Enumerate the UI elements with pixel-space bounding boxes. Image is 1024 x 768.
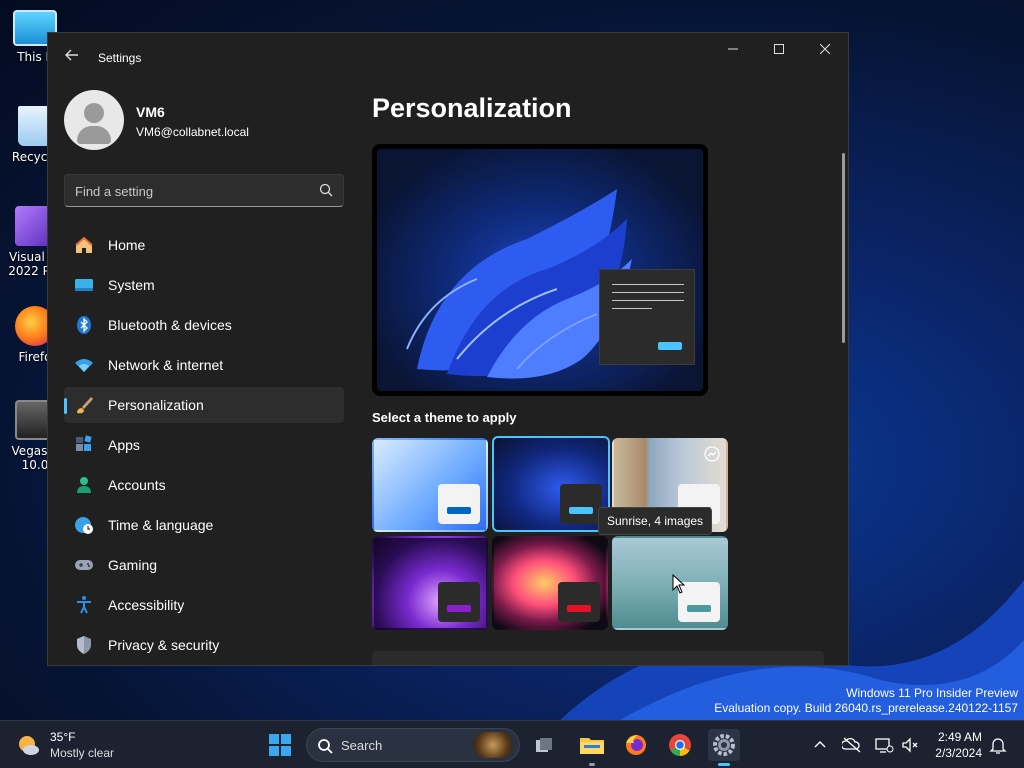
weather-temperature: 35°F [50,730,76,744]
gear-icon [713,734,735,756]
theme-windows-dark[interactable] [492,436,610,532]
nav-label: Apps [108,437,140,453]
taskbar-search-label: Search [341,738,383,753]
nav-item-accounts[interactable]: Accounts [64,467,344,503]
firefox-icon [626,735,646,755]
nav-label: System [108,277,155,293]
settings-window: Settings VM6 VM6@collabnet.local Home Sy… [47,32,849,666]
avatar [64,90,124,150]
theme-flow[interactable] [612,536,728,630]
task-view-button[interactable] [528,729,560,761]
scrollbar[interactable] [842,153,845,343]
page-title: Personalization [372,93,572,123]
user-name: VM6 [136,104,165,120]
nav-item-apps[interactable]: Apps [64,427,344,463]
watermark-edition: Windows 11 Pro Insider Preview [846,686,1018,700]
nav-item-privacy-security[interactable]: Privacy & security [64,627,344,663]
search-input[interactable] [75,181,305,201]
slideshow-icon [704,446,720,462]
taskbar: 35°F Mostly clear Search 2:49 AM 2/3/202… [0,720,1024,768]
onedrive-offline-icon[interactable] [842,735,862,755]
home-icon [75,236,93,253]
weather-condition: Mostly clear [50,746,115,760]
nav-item-accessibility[interactable]: Accessibility [64,587,344,623]
nav-label: Accessibility [108,597,185,613]
moon-cloud-icon [19,736,39,755]
apps-icon [76,435,92,451]
nav-label: Personalization [108,397,204,413]
bluetooth-icon [77,316,91,334]
accessibility-icon [77,596,91,614]
file-explorer-button[interactable] [576,729,608,766]
folder-icon [580,738,604,754]
clock-time: 2:49 AM [937,730,982,744]
gamepad-icon [75,560,93,570]
theme-windows-light[interactable] [372,438,488,532]
chrome-button[interactable] [664,729,696,761]
windows-logo-icon [269,734,291,756]
clock-date: 2/3/2024 [935,746,982,760]
start-button[interactable] [264,729,296,761]
nav-label: Home [108,237,146,253]
back-button[interactable] [62,47,82,67]
task-view-icon [536,738,552,752]
brush-icon [77,397,93,414]
nav-item-network[interactable]: Network & internet [64,347,344,383]
user-email: VM6@collabnet.local [136,125,249,139]
nav-label: Network & internet [108,357,224,373]
preview-accent-button [658,342,682,350]
search-icon [318,739,333,754]
nav-item-home[interactable]: Home [64,227,344,263]
volume-muted-icon[interactable] [900,735,920,755]
preview-window-mock [599,269,695,365]
settings-nav: Home System Bluetooth & devices Network … [64,227,344,665]
nav-label: Bluetooth & devices [108,317,232,333]
chrome-icon [669,734,691,756]
main-content: Personalization Select a theme to apply [372,33,848,665]
system-icon [75,279,93,291]
windows-watermark: Windows 11 Pro Insider Preview Evaluatio… [714,686,1018,716]
window-title: Settings [98,51,142,65]
show-hidden-icons-chevron-icon[interactable] [810,735,830,755]
nav-item-personalization[interactable]: Personalization [64,387,344,423]
theme-preview [372,144,708,396]
accounts-icon [77,477,91,493]
mouse-cursor-icon [672,574,686,594]
search-icon[interactable] [319,183,333,197]
theme-section-heading: Select a theme to apply [372,410,517,425]
theme-tooltip: Sunrise, 4 images [598,507,713,535]
next-settings-card[interactable] [372,651,824,665]
back-arrow-icon [65,49,78,61]
nav-item-system[interactable]: System [64,267,344,303]
taskbar-search[interactable]: Search [306,728,520,762]
nav-label: Time & language [108,517,214,533]
theme-glow[interactable] [372,536,488,630]
settings-app-button[interactable] [708,729,740,766]
nav-item-bluetooth[interactable]: Bluetooth & devices [64,307,344,343]
weather-widget[interactable]: 35°F Mostly clear [16,729,126,761]
nav-item-time-language[interactable]: Time & language [64,507,344,543]
theme-captured-motion[interactable] [492,536,608,630]
nav-label: Privacy & security [108,637,220,653]
firefox-button[interactable] [620,729,652,761]
nav-label: Accounts [108,477,166,493]
globe-clock-icon [75,517,93,534]
network-icon[interactable] [874,735,894,755]
notification-bell-icon[interactable] [988,735,1008,755]
wifi-icon [75,359,93,372]
watermark-build: Evaluation copy. Build 26040.rs_prerelea… [714,701,1018,715]
search-highlight-icon [473,732,513,758]
system-clock[interactable]: 2:49 AM 2/3/2024 [928,729,982,761]
nav-item-gaming[interactable]: Gaming [64,547,344,583]
find-setting-search[interactable] [64,174,344,207]
shield-icon [77,636,91,654]
nav-label: Gaming [108,557,158,573]
